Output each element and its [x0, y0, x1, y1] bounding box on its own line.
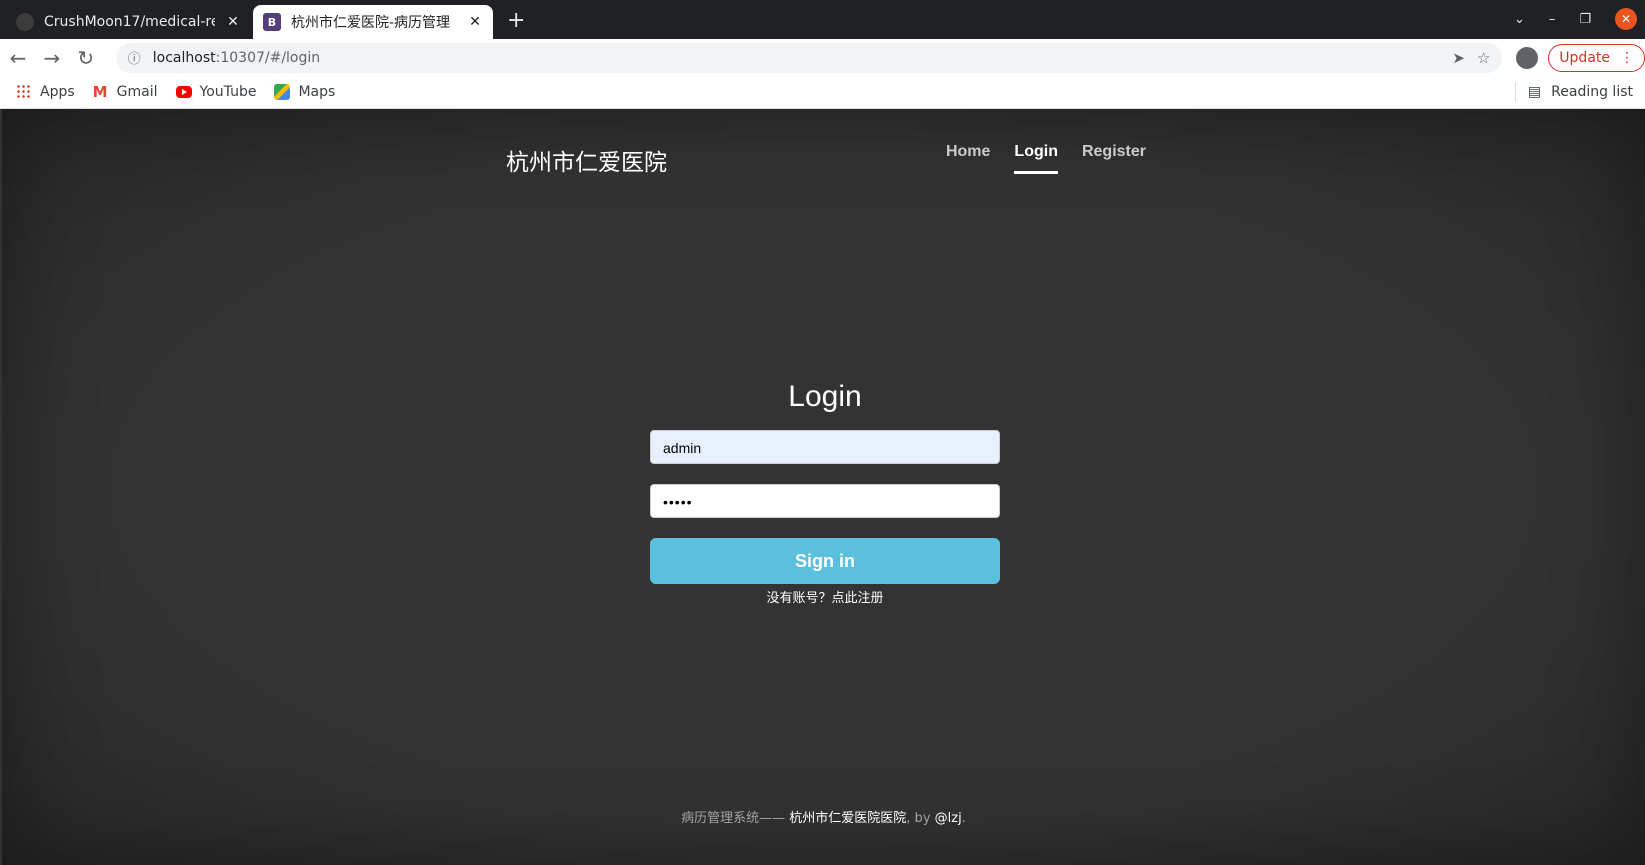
site-brand: 杭州市仁爱医院	[506, 150, 667, 176]
info-icon[interactable]: ⓘ	[128, 48, 141, 67]
nav-home[interactable]: Home	[946, 143, 990, 174]
bookmark-label: Maps	[298, 84, 336, 100]
page-footer: 病历管理系统—— 杭州市仁爱医院医院, by @lzj.	[2, 807, 1645, 826]
login-form: Login admin ••••• Sign in 没有账号？点此注册	[650, 380, 1000, 606]
apps-icon	[16, 84, 32, 100]
send-icon[interactable]: ➤	[1452, 49, 1465, 67]
username-input[interactable]: admin	[650, 430, 1000, 464]
register-link[interactable]: 没有账号？点此注册	[650, 587, 1000, 606]
browser-tab-strip: CrushMoon17/medical-re ✕ B 杭州市仁爱医院-病历管理 …	[0, 0, 1645, 39]
github-icon	[16, 13, 34, 31]
password-input[interactable]: •••••	[650, 484, 1000, 518]
browser-toolbar: ← → ↻ ⓘ localhost:10307/#/login ➤ ☆ Upda…	[0, 39, 1645, 76]
restore-icon[interactable]: ❐	[1579, 12, 1591, 27]
bootstrap-icon: B	[263, 13, 281, 31]
url-host: localhost	[152, 49, 216, 66]
footer-author-link[interactable]: @lzj	[935, 811, 962, 826]
masthead: 杭州市仁爱医院 Home Login Register	[506, 137, 1146, 187]
bookmark-youtube[interactable]: YouTube	[175, 84, 257, 100]
tab-title: CrushMoon17/medical-re	[44, 14, 215, 30]
bookmark-apps[interactable]: Apps	[16, 84, 75, 100]
tab-title: 杭州市仁爱医院-病历管理	[291, 15, 451, 31]
update-button[interactable]: Update ⋮	[1548, 43, 1645, 72]
back-icon[interactable]: ←	[2, 46, 34, 70]
kebab-menu-icon: ⋮	[1620, 49, 1634, 66]
footer-prefix: 病历管理系统——	[681, 811, 790, 826]
bookmark-gmail[interactable]: M Gmail	[93, 84, 158, 100]
reading-list-label: Reading list	[1551, 84, 1633, 100]
bookmark-label: Gmail	[116, 84, 158, 100]
window-close-icon[interactable]: ✕	[1615, 8, 1637, 30]
site-nav: Home Login Register	[946, 143, 1146, 174]
page-content: 杭州市仁爱医院 Home Login Register Login admin …	[2, 109, 1645, 865]
footer-hospital-link[interactable]: 杭州市仁爱医院医院	[789, 811, 906, 826]
sign-in-button[interactable]: Sign in	[650, 538, 1000, 584]
tab-search-icon[interactable]: ⌄	[1514, 12, 1525, 27]
url-path: :10307/#/login	[215, 49, 321, 66]
star-icon[interactable]: ☆	[1477, 49, 1490, 67]
nav-register[interactable]: Register	[1082, 143, 1146, 174]
reading-list-button[interactable]: ▤ Reading list	[1514, 82, 1633, 102]
close-icon[interactable]: ✕	[225, 14, 241, 30]
maps-icon	[274, 84, 291, 100]
gmail-icon: M	[92, 83, 108, 101]
bookmarks-bar: Apps M Gmail YouTube Maps ▤ Reading list	[0, 76, 1645, 109]
profile-avatar[interactable]	[1516, 46, 1539, 69]
form-heading: Login	[788, 380, 862, 413]
window-controls: ⌄ – ❐ ✕	[1514, 8, 1645, 30]
minimize-icon[interactable]: –	[1549, 12, 1556, 27]
bookmark-label: Apps	[40, 84, 75, 100]
footer-suffix: .	[961, 811, 966, 826]
close-icon[interactable]: ✕	[467, 14, 483, 30]
forward-icon[interactable]: →	[36, 46, 68, 70]
browser-tab-github[interactable]: CrushMoon17/medical-re ✕	[6, 5, 251, 39]
bookmark-label: YouTube	[199, 84, 257, 100]
browser-tab-hospital[interactable]: B 杭州市仁爱医院-病历管理 ✕	[253, 5, 493, 39]
address-bar[interactable]: ⓘ localhost:10307/#/login ➤ ☆	[115, 42, 1503, 73]
new-tab-button[interactable]: +	[507, 8, 525, 33]
reading-list-icon: ▤	[1527, 84, 1542, 100]
reload-icon[interactable]: ↻	[70, 46, 102, 70]
nav-login[interactable]: Login	[1014, 143, 1058, 174]
update-label: Update	[1559, 49, 1610, 66]
youtube-icon	[175, 86, 192, 98]
bookmark-maps[interactable]: Maps	[274, 84, 335, 100]
footer-by: , by	[906, 811, 935, 826]
